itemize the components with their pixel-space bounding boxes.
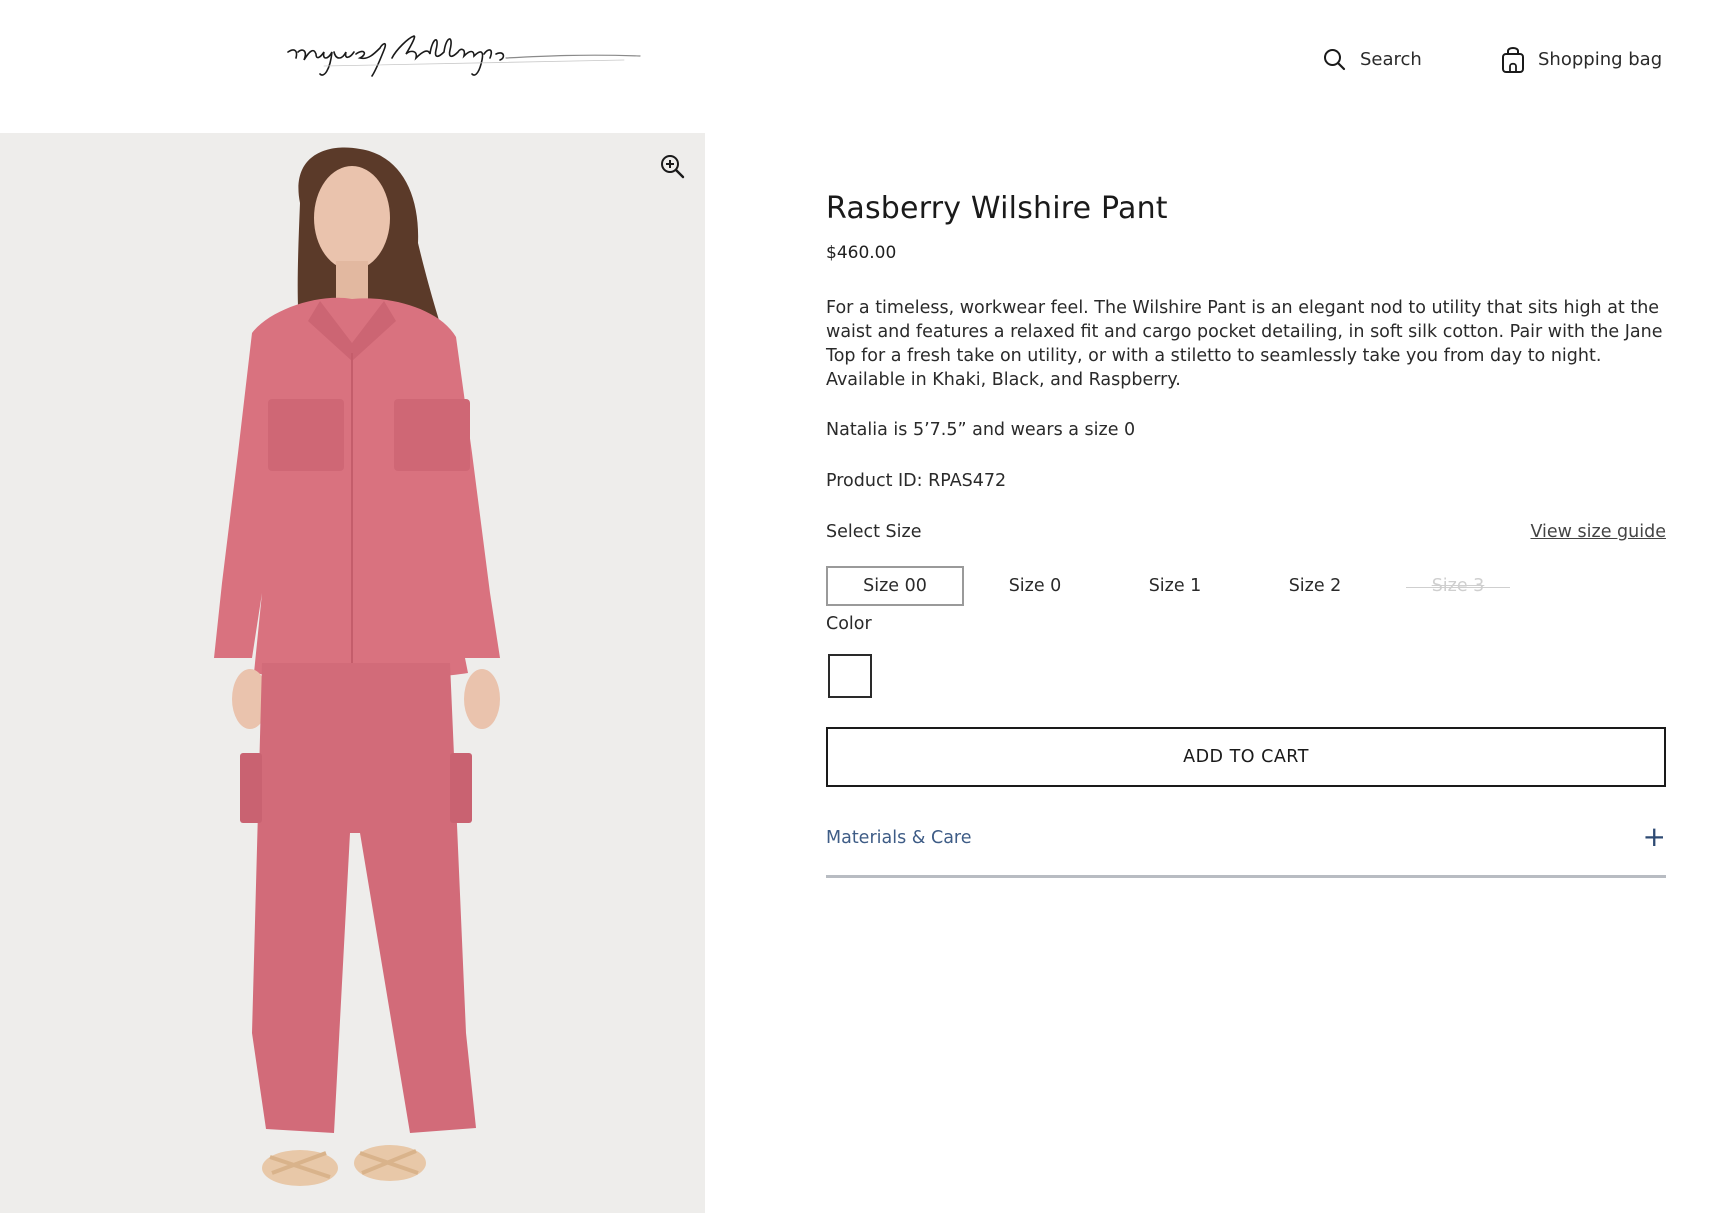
shopping-bag-button[interactable]: Shopping bag	[1500, 44, 1662, 74]
size-option-00[interactable]: Size 00	[826, 566, 964, 606]
plus-icon: +	[1642, 820, 1666, 853]
zoom-in-icon[interactable]	[659, 153, 685, 179]
product-id-label: Product ID:	[826, 471, 929, 491]
brand-logo[interactable]	[284, 30, 644, 90]
brand-logo-script	[287, 35, 641, 77]
search-label: Search	[1360, 48, 1422, 70]
product-model-image	[214, 147, 500, 1186]
select-size-label: Select Size	[826, 522, 922, 542]
search-icon	[1324, 49, 1346, 71]
product-id-value: RPAS472	[928, 471, 1007, 491]
shopping-bag-icon	[1502, 47, 1524, 73]
size-option-0[interactable]: Size 0	[966, 566, 1104, 606]
product-id: Product ID: RPAS472	[826, 471, 1006, 491]
materials-care-label: Materials & Care	[826, 828, 972, 848]
size-option-1[interactable]: Size 1	[1106, 566, 1244, 606]
product-price: $460.00	[826, 243, 897, 263]
product-description: For a timeless, workwear feel. The Wilsh…	[826, 298, 1663, 390]
shopping-bag-label: Shopping bag	[1538, 48, 1663, 70]
add-to-cart-button[interactable]: ADD TO CART	[826, 727, 1666, 787]
search-button[interactable]: Search	[1322, 44, 1422, 74]
product-image-gallery[interactable]	[0, 133, 705, 1213]
materials-care-accordion[interactable]: Materials & Care +	[826, 822, 1666, 878]
size-option-2[interactable]: Size 2	[1246, 566, 1384, 606]
size-option-3-unavailable: Size 3	[1404, 566, 1512, 606]
product-title: Rasberry Wilshire Pant	[826, 191, 1168, 226]
size-guide-link[interactable]: View size guide	[1530, 522, 1666, 542]
color-swatch[interactable]	[828, 654, 872, 698]
site-header: Search Shopping bag	[0, 0, 1736, 133]
fit-note: Natalia is 5’7.5” and wears a size 0	[826, 420, 1136, 440]
color-label: Color	[826, 614, 872, 634]
size-options: Size 00 Size 0 Size 1 Size 2 Size 3	[826, 566, 1666, 610]
